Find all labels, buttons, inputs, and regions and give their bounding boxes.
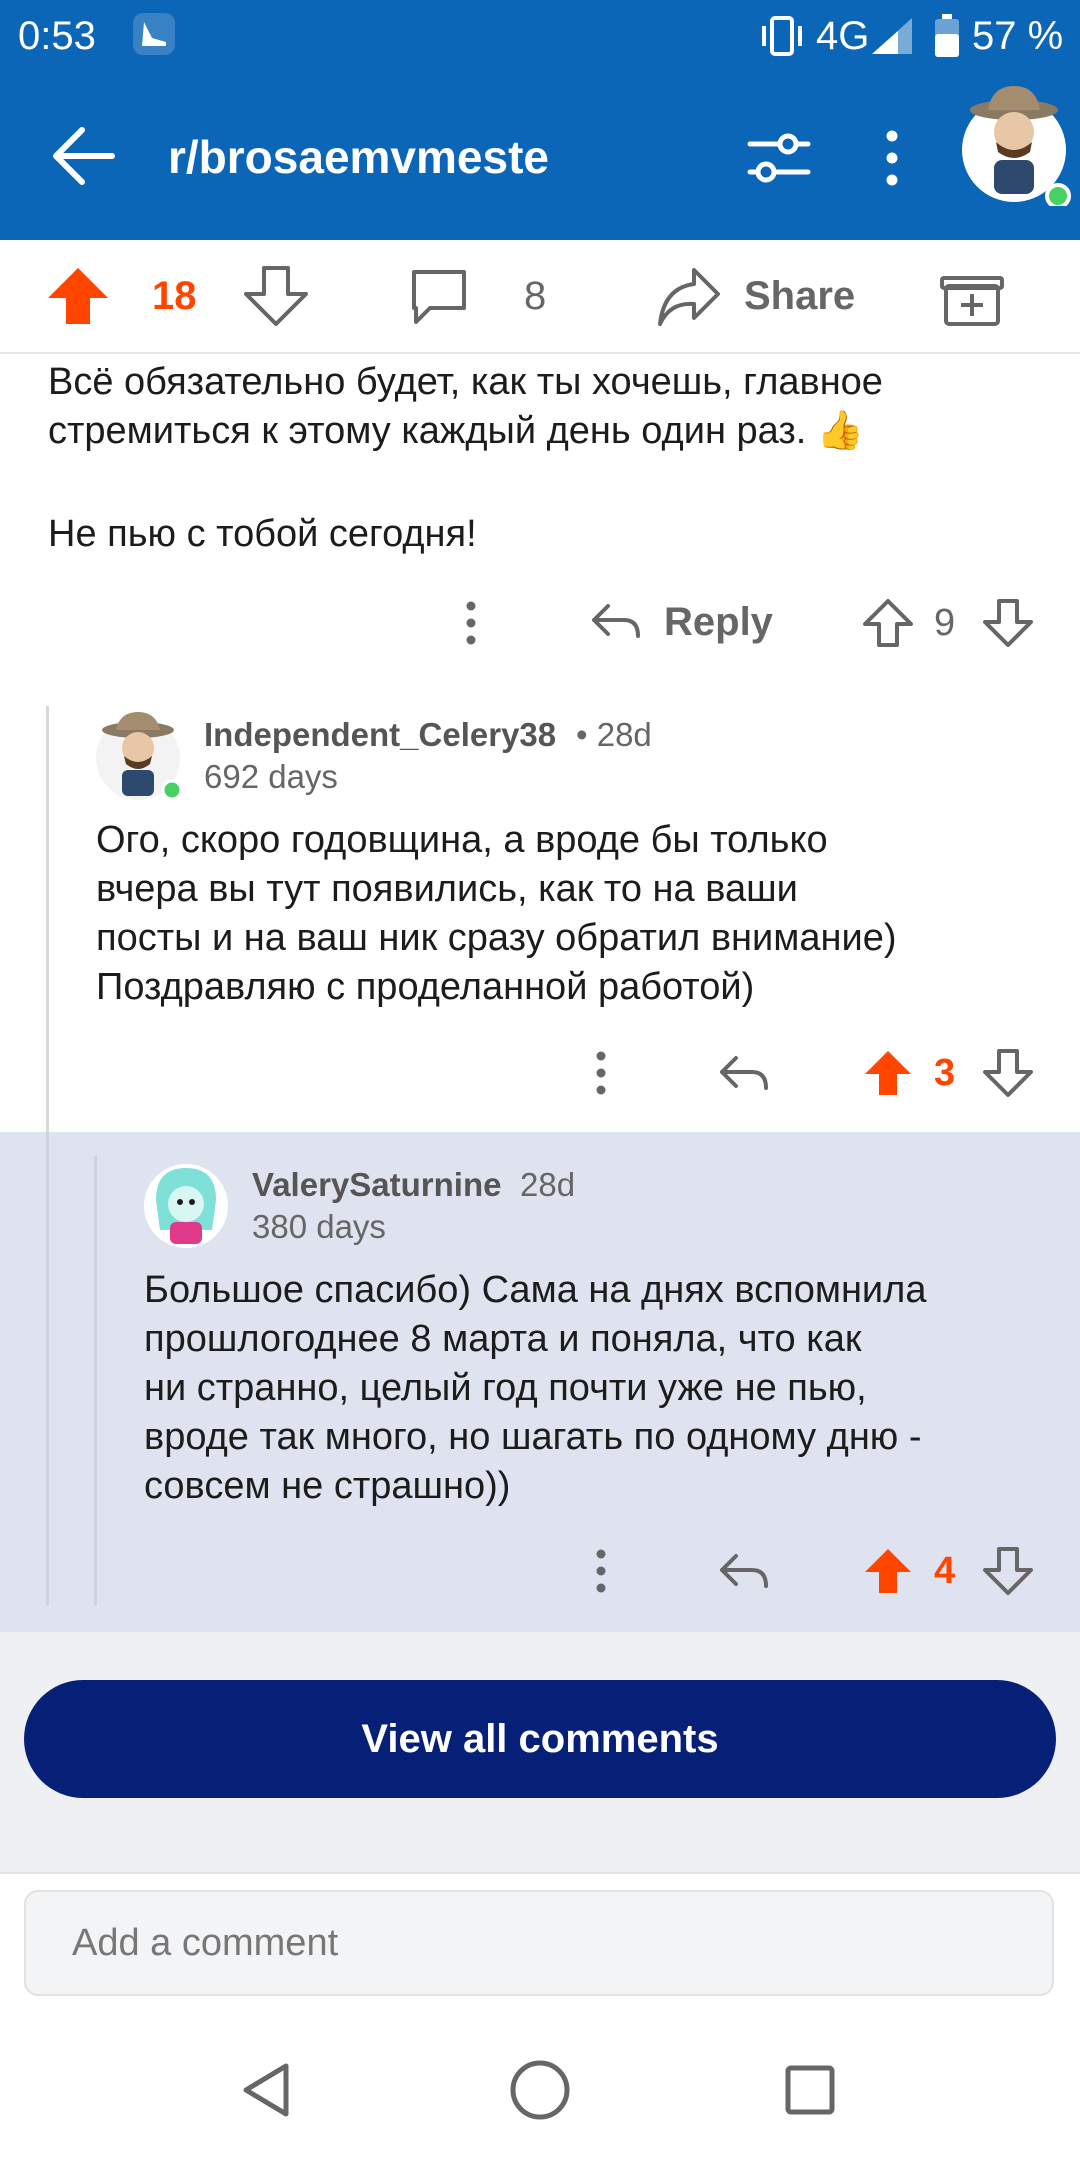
- reply-icon[interactable]: [718, 1052, 770, 1101]
- commenter-avatar[interactable]: [142, 1160, 230, 1255]
- parent-comment-line-2: стремиться к этому каждый день один раз.…: [48, 410, 865, 452]
- comment-upvote-icon[interactable]: [862, 1546, 914, 1601]
- reply-icon[interactable]: [590, 600, 642, 649]
- user-flair: 692 days: [204, 758, 338, 795]
- parent-vote-count: 9: [934, 602, 956, 644]
- view-all-comments-button[interactable]: View all comments: [24, 1680, 1056, 1798]
- parent-comment-line-1: Всё обязательно будет, как ты хочешь, гл…: [48, 361, 883, 403]
- signal-icon: [868, 16, 916, 61]
- upvote-icon[interactable]: [46, 266, 110, 331]
- comment-username[interactable]: Independent_Celery38: [204, 716, 556, 754]
- post-upvote-count: 18: [152, 274, 197, 318]
- add-comment-input[interactable]: [24, 1890, 1054, 1996]
- subreddit-title[interactable]: r/brosaemvmeste: [168, 130, 549, 184]
- more-options-icon[interactable]: [872, 126, 912, 195]
- comment-more-icon[interactable]: [586, 1048, 616, 1103]
- post-action-bar: 18 8 Share: [0, 240, 1080, 354]
- comment-line-4: Поздравляю с проделанной работой): [96, 966, 755, 1008]
- comment-age: • 28d: [576, 716, 652, 753]
- comment-upvote-icon[interactable]: [862, 1048, 914, 1103]
- comment-line-4: вроде так много, но шагать по одному дню…: [144, 1416, 922, 1458]
- back-arrow-icon[interactable]: [44, 116, 124, 201]
- comment-line-2: прошлогоднее 8 марта и поняла, что как: [144, 1318, 862, 1360]
- post-comment-count: 8: [524, 274, 547, 318]
- vibrate-icon: [756, 12, 808, 65]
- comment-more-icon[interactable]: [586, 1546, 616, 1601]
- comment-line-1: Ого, скоро годовщина, а вроде бы только: [96, 819, 828, 861]
- user-flair: 380 days: [252, 1208, 386, 1245]
- thread-line: [94, 1156, 97, 1606]
- comment-username[interactable]: ValerySaturnine: [252, 1166, 501, 1204]
- comments-icon[interactable]: [408, 266, 470, 333]
- comment-vote-count: 4: [934, 1550, 956, 1592]
- user-avatar[interactable]: [958, 82, 1072, 211]
- comment-line-1: Большое спасибо) Сама на днях вспомнила: [144, 1269, 927, 1311]
- nav-recents-icon[interactable]: [780, 2060, 840, 2125]
- comment-downvote-icon[interactable]: [982, 598, 1034, 653]
- comment-line-2: вчера вы тут появились, как то на ваши: [96, 868, 798, 910]
- downvote-icon[interactable]: [244, 266, 308, 331]
- reply-icon[interactable]: [718, 1550, 770, 1599]
- comment-line-3: посты и на ваш ник сразу обратил внимани…: [96, 917, 897, 959]
- battery-percent: 57 %: [972, 14, 1064, 58]
- app-header: r/brosaemvmeste: [0, 72, 1080, 240]
- parent-comment-line-4: Не пью с тобой сегодня!: [48, 513, 477, 555]
- comment-downvote-icon[interactable]: [982, 1546, 1034, 1601]
- status-time: 0:53: [18, 14, 96, 58]
- battery-icon: [934, 14, 960, 63]
- comment-more-icon[interactable]: [456, 598, 486, 653]
- gift-award-icon[interactable]: [940, 264, 1004, 333]
- comment-vote-count: 3: [934, 1052, 956, 1094]
- status-bar: 0:53 4G 57 %: [0, 0, 1080, 72]
- thread-line: [46, 1132, 49, 1606]
- sort-filter-icon[interactable]: [744, 124, 814, 199]
- comment-line-3: ни странно, целый год почти уже не пью,: [144, 1367, 867, 1409]
- reply-button[interactable]: Reply: [664, 600, 773, 645]
- nav-home-icon[interactable]: [508, 2058, 572, 2127]
- network-type: 4G: [816, 14, 870, 58]
- comment-downvote-icon[interactable]: [982, 1048, 1034, 1103]
- comment-age: 28d: [520, 1166, 576, 1203]
- share-button[interactable]: Share: [744, 274, 855, 319]
- comment-upvote-icon[interactable]: [862, 598, 914, 653]
- share-icon[interactable]: [656, 266, 722, 333]
- commenter-avatar[interactable]: [94, 710, 184, 807]
- nav-back-icon[interactable]: [236, 2060, 296, 2125]
- notification-app-icon: [132, 12, 176, 61]
- comment-line-5: совсем не страшно)): [144, 1465, 511, 1507]
